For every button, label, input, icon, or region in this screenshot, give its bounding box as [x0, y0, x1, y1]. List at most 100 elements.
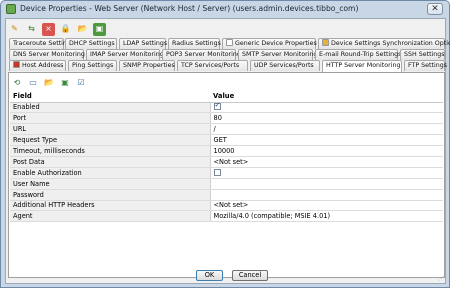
- tab-label: SSH Settings: [404, 51, 445, 58]
- tab-label: SNMP Properties: [123, 62, 175, 69]
- tab-row-1: Traceroute Settings DHCP Settings LDAP Set…: [8, 38, 450, 49]
- tab-dhcp-settings[interactable]: DHCP Settings: [65, 38, 117, 49]
- field-cell: Timeout, milliseconds: [10, 145, 211, 157]
- tab-http-server-monitoring[interactable]: HTTP Server Monitoring: [322, 60, 402, 72]
- tab-label: POP3 Server Monitoring: [166, 51, 241, 58]
- app-icon: [6, 4, 16, 14]
- table-header-row: Field Value: [10, 91, 443, 103]
- table-row[interactable]: URL /: [10, 123, 443, 136]
- tab-imap-server-monitoring[interactable]: IMAP Server Monitoring: [86, 49, 164, 60]
- tab-strip: Traceroute Settings DHCP Settings LDAP Set…: [8, 38, 450, 72]
- title-bar: Device Properties - Web Server (Network …: [1, 1, 449, 18]
- tab-label: DHCP Settings: [69, 40, 115, 47]
- field-cell: URL: [10, 123, 211, 136]
- value-cell[interactable]: [210, 167, 443, 179]
- value-cell[interactable]: <Not set>: [210, 156, 443, 168]
- table-row[interactable]: User Name: [10, 178, 443, 190]
- tab-panel: ⟲ ▭ 📂 ▣ ☑ Field Value EnabledPort80URL/R…: [8, 72, 445, 278]
- tab-row-3: Host Address Ping Settings SNMP Properties…: [8, 60, 447, 72]
- tab-label: Generic Device Properties: [235, 40, 317, 47]
- tab-e-mail-round-trip-settings[interactable]: E-mail Round-Trip Settings: [315, 49, 402, 60]
- value-cell[interactable]: 10000: [210, 145, 443, 157]
- properties-table: Field Value EnabledPort80URL/Request Typ…: [10, 91, 443, 223]
- field-cell: User Name: [10, 178, 211, 190]
- window-title: Device Properties - Web Server (Network …: [20, 4, 359, 13]
- value-column-header: Value: [210, 91, 443, 103]
- validate-icon[interactable]: ☑: [75, 76, 87, 88]
- value-cell[interactable]: 80: [210, 112, 443, 125]
- tab-icon: [226, 39, 233, 46]
- tab-label: TCP Services/Ports: [181, 62, 240, 69]
- refresh-icon[interactable]: ⟲: [11, 76, 23, 88]
- close-icon[interactable]: ✕: [427, 3, 443, 15]
- cancel-button[interactable]: Cancel: [232, 270, 268, 281]
- field-cell: Enable Authorization: [10, 167, 211, 179]
- tab-label: IMAP Server Monitoring: [90, 51, 164, 58]
- table-row[interactable]: Enabled: [10, 102, 443, 114]
- main-toolbar: ✎ ⇆ × 🔒 📂 ▣: [8, 20, 106, 38]
- table-row[interactable]: Port 80: [10, 112, 443, 125]
- folder-open-icon[interactable]: 📂: [76, 23, 89, 36]
- value-cell[interactable]: /: [210, 123, 443, 136]
- value-cell[interactable]: [210, 178, 443, 190]
- ok-button[interactable]: OK: [196, 270, 223, 281]
- value-cell[interactable]: <Not set>: [210, 200, 443, 212]
- tab-label: Ping Settings: [72, 62, 114, 69]
- tab-ssh-settings[interactable]: SSH Settings: [400, 49, 445, 60]
- table-row[interactable]: Password: [10, 189, 443, 201]
- tab-icon: [13, 61, 20, 68]
- edit-icon[interactable]: ✎: [8, 23, 21, 36]
- open-folder-icon[interactable]: 📂: [43, 76, 55, 88]
- tab-pop3-server-monitoring[interactable]: POP3 Server Monitoring: [162, 49, 241, 60]
- value-cell[interactable]: [210, 189, 443, 201]
- field-cell: Post Data: [10, 156, 211, 168]
- delete-icon[interactable]: ×: [42, 22, 55, 36]
- field-cell: Enabled: [10, 102, 211, 114]
- save-icon[interactable]: ▣: [59, 76, 71, 88]
- tab-row-2: DNS Server Monitoring IMAP Server Monitor…: [8, 49, 445, 60]
- table-row[interactable]: Enable Authorization: [10, 167, 443, 179]
- tab-label: UDP Services/Ports: [254, 62, 314, 69]
- table-row[interactable]: Additional HTTP Headers <Not set>: [10, 200, 443, 212]
- tab-ldap-settings[interactable]: LDAP Settings: [119, 38, 168, 49]
- tab-ping-settings[interactable]: Ping Settings: [68, 60, 117, 71]
- save-icon[interactable]: ▣: [93, 22, 106, 36]
- tab-dns-server-monitoring[interactable]: DNS Server Monitoring: [9, 49, 85, 60]
- link-icon[interactable]: ⇆: [25, 23, 38, 36]
- value-cell[interactable]: Mozilla/4.0 (compatible; MSIE 4.01): [210, 210, 443, 223]
- field-cell: Password: [10, 189, 211, 201]
- field-cell: Agent: [10, 210, 211, 223]
- tab-snmp-properties[interactable]: SNMP Properties: [119, 60, 175, 71]
- tab-radius-settings[interactable]: Radius Settings: [168, 38, 221, 49]
- tab-label: LDAP Settings: [123, 40, 168, 47]
- tab-ftp-settings[interactable]: FTP Settings: [404, 60, 447, 71]
- value-cell[interactable]: [210, 102, 443, 114]
- value-cell[interactable]: GET: [210, 134, 443, 147]
- tab-label: Radius Settings: [172, 40, 221, 47]
- field-cell: Additional HTTP Headers: [10, 200, 211, 212]
- resize-grip[interactable]: ⋰: [438, 275, 444, 282]
- tab-traceroute-settings[interactable]: Traceroute Settings: [9, 38, 74, 49]
- table-row[interactable]: Agent Mozilla/4.0 (compatible; MSIE 4.01): [10, 210, 443, 223]
- tab-label: FTP Settings: [408, 62, 447, 69]
- tab-generic-device-properties[interactable]: Generic Device Properties: [222, 38, 317, 49]
- tab-label: Host Address: [22, 62, 64, 69]
- checkbox[interactable]: [213, 102, 221, 111]
- tab-label: HTTP Server Monitoring: [326, 62, 401, 69]
- checkbox[interactable]: [213, 168, 221, 176]
- table-row[interactable]: Timeout, milliseconds 10000: [10, 145, 443, 157]
- field-column-header: Field: [10, 91, 210, 103]
- table-row[interactable]: Request Type GET: [10, 134, 443, 147]
- table-row[interactable]: Post Data <Not set>: [10, 156, 443, 168]
- tab-tcp-services-ports[interactable]: TCP Services/Ports: [177, 60, 248, 71]
- tab-smtp-server-monitoring[interactable]: SMTP Server Monitoring: [238, 49, 317, 60]
- tab-udp-services-ports[interactable]: UDP Services/Ports: [250, 60, 320, 71]
- device-properties-window: Device Properties - Web Server (Network …: [0, 0, 450, 288]
- tab-host-address[interactable]: Host Address: [9, 60, 66, 71]
- tab-device-settings-synchronization-options[interactable]: Device Settings Synchronization Options: [318, 38, 450, 49]
- tab-icon: [322, 39, 329, 46]
- panel-toolbar: ⟲ ▭ 📂 ▣ ☑: [11, 75, 87, 89]
- reset-icon[interactable]: ▭: [27, 76, 39, 88]
- lock-icon[interactable]: 🔒: [59, 23, 72, 36]
- tab-label: E-mail Round-Trip Settings: [319, 51, 402, 58]
